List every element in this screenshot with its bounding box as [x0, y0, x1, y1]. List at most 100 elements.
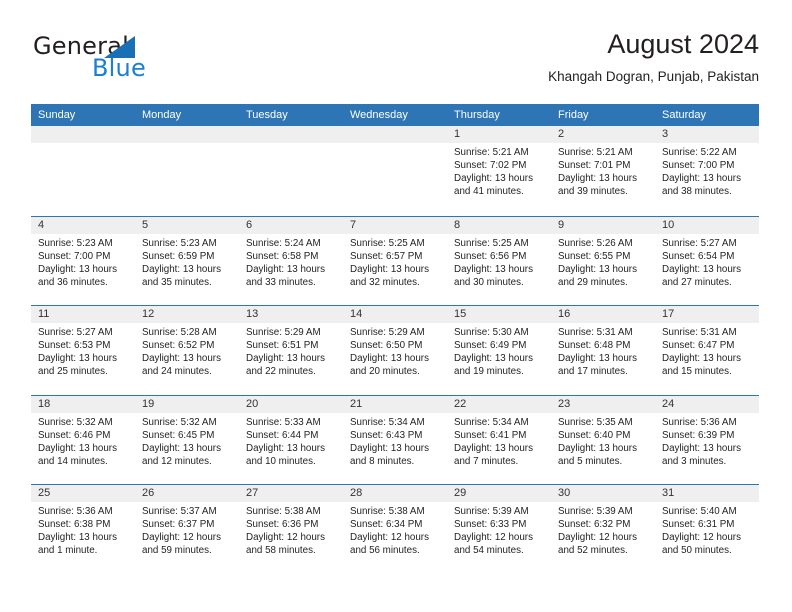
- daylight-text: Daylight: 13 hours and 14 minutes.: [38, 442, 117, 467]
- day-number-band: 26: [135, 485, 239, 502]
- sunset-text: Sunset: 6:53 PM: [38, 340, 111, 352]
- calendar-day-cell[interactable]: 3 Sunrise: 5:22 AM Sunset: 7:00 PM Daylight…: [655, 126, 759, 216]
- daylight-text: Daylight: 12 hours and 52 minutes.: [558, 532, 637, 557]
- sunset-text: Sunset: 6:59 PM: [142, 250, 215, 262]
- calendar-day-cell[interactable]: 11 Sunrise: 5:27 AM Sunset: 6:53 PM Dayligh…: [31, 306, 135, 395]
- day-number-band: 29: [447, 485, 551, 502]
- sunrise-text: Sunrise: 5:24 AM: [246, 237, 321, 249]
- calendar-day-cell[interactable]: 5 Sunrise: 5:23 AM Sunset: 6:59 PM Daylight…: [135, 216, 239, 305]
- calendar-day-cell[interactable]: 14 Sunrise: 5:29 AM Sunset: 6:50 PM Dayligh…: [343, 306, 447, 395]
- sunrise-text: Sunrise: 5:31 AM: [558, 327, 633, 338]
- day-number-band: 6: [239, 216, 343, 234]
- calendar-week-row: 18 Sunrise: 5:32 AM Sunset: 6:46 PM Dayligh…: [31, 394, 759, 484]
- day-details: Sunrise: 5:23 AM Sunset: 6:59 PM Daylight:…: [135, 234, 239, 289]
- sunset-text: Sunset: 6:47 PM: [662, 340, 735, 352]
- calendar-day-cell[interactable]: 19 Sunrise: 5:32 AM Sunset: 6:45 PM Dayligh…: [135, 395, 239, 484]
- calendar-day-cell[interactable]: 8 Sunrise: 5:25 AM Sunset: 6:56 PM Daylight…: [447, 216, 551, 305]
- calendar-day-cell[interactable]: 2 Sunrise: 5:21 AM Sunset: 7:01 PM Daylight…: [551, 126, 655, 216]
- day-number: 20: [246, 397, 259, 410]
- calendar-day-cell[interactable]: 24 Sunrise: 5:36 AM Sunset: 6:39 PM Dayligh…: [655, 395, 759, 484]
- calendar-day-cell[interactable]: 23 Sunrise: 5:35 AM Sunset: 6:40 PM Dayligh…: [551, 395, 655, 484]
- day-number-band: 21: [343, 395, 447, 413]
- sunrise-text: Sunrise: 5:29 AM: [350, 327, 425, 338]
- daylight-text: Daylight: 13 hours and 17 minutes.: [558, 353, 637, 378]
- calendar-week-row: 4 Sunrise: 5:23 AM Sunset: 7:00 PM Daylight…: [31, 215, 759, 305]
- location-subtitle: Khangah Dogran, Punjab, Pakistan: [548, 69, 759, 84]
- sunset-text: Sunset: 6:40 PM: [558, 429, 631, 441]
- day-number: 23: [558, 397, 571, 410]
- day-details: Sunrise: 5:21 AM Sunset: 7:02 PM Daylight:…: [447, 143, 551, 198]
- day-number: 28: [350, 487, 363, 499]
- daylight-text: Daylight: 13 hours and 15 minutes.: [662, 353, 741, 378]
- day-details: Sunrise: 5:34 AM Sunset: 6:43 PM Daylight:…: [343, 413, 447, 468]
- daylight-text: Daylight: 13 hours and 19 minutes.: [454, 353, 533, 378]
- day-number: 21: [350, 397, 363, 410]
- day-number-band: [31, 126, 135, 143]
- daylight-text: Daylight: 13 hours and 27 minutes.: [662, 263, 741, 288]
- day-number: 10: [662, 218, 675, 231]
- sunset-text: Sunset: 6:41 PM: [454, 429, 527, 441]
- day-number: 4: [38, 218, 45, 231]
- sunset-text: Sunset: 6:38 PM: [38, 519, 111, 531]
- sunset-text: Sunset: 6:45 PM: [142, 429, 215, 441]
- sunrise-text: Sunrise: 5:27 AM: [38, 327, 113, 338]
- day-details: Sunrise: 5:26 AM Sunset: 6:55 PM Daylight:…: [551, 234, 655, 289]
- calendar-day-cell[interactable]: 18 Sunrise: 5:32 AM Sunset: 6:46 PM Dayligh…: [31, 395, 135, 484]
- calendar-day-cell[interactable]: 7 Sunrise: 5:25 AM Sunset: 6:57 PM Daylight…: [343, 216, 447, 305]
- calendar-day-cell[interactable]: 4 Sunrise: 5:23 AM Sunset: 7:00 PM Daylight…: [31, 216, 135, 305]
- sunrise-text: Sunrise: 5:21 AM: [558, 147, 633, 158]
- calendar-day-cell[interactable]: 21 Sunrise: 5:34 AM Sunset: 6:43 PM Dayligh…: [343, 395, 447, 484]
- calendar-day-cell[interactable]: 25 Sunrise: 5:36 AM Sunset: 6:38 PM Dayligh…: [31, 485, 135, 574]
- calendar-day-cell-empty: [343, 126, 447, 216]
- day-details: Sunrise: 5:40 AM Sunset: 6:31 PM Daylight:…: [655, 502, 759, 557]
- day-number-band: 1: [447, 126, 551, 143]
- day-details: Sunrise: 5:37 AM Sunset: 6:37 PM Daylight:…: [135, 502, 239, 557]
- weekday-header-thursday: Thursday: [454, 109, 500, 121]
- day-details: Sunrise: 5:27 AM Sunset: 6:53 PM Daylight:…: [31, 323, 135, 378]
- sunrise-text: Sunrise: 5:34 AM: [350, 416, 425, 428]
- calendar-day-cell[interactable]: 9 Sunrise: 5:26 AM Sunset: 6:55 PM Daylight…: [551, 216, 655, 305]
- calendar-day-cell[interactable]: 26 Sunrise: 5:37 AM Sunset: 6:37 PM Dayligh…: [135, 485, 239, 574]
- calendar-day-cell[interactable]: 6 Sunrise: 5:24 AM Sunset: 6:58 PM Daylight…: [239, 216, 343, 305]
- calendar-day-cell[interactable]: 13 Sunrise: 5:29 AM Sunset: 6:51 PM Dayligh…: [239, 306, 343, 395]
- sunset-text: Sunset: 6:39 PM: [662, 429, 735, 441]
- day-details: Sunrise: 5:38 AM Sunset: 6:34 PM Daylight:…: [343, 502, 447, 557]
- calendar-day-cell[interactable]: 15 Sunrise: 5:30 AM Sunset: 6:49 PM Dayligh…: [447, 306, 551, 395]
- daylight-text: Daylight: 13 hours and 30 minutes.: [454, 263, 533, 288]
- calendar-day-cell[interactable]: 30 Sunrise: 5:39 AM Sunset: 6:32 PM Dayligh…: [551, 485, 655, 574]
- calendar-day-cell[interactable]: 16 Sunrise: 5:31 AM Sunset: 6:48 PM Dayligh…: [551, 306, 655, 395]
- day-number: 16: [558, 308, 571, 320]
- calendar-day-cell[interactable]: 17 Sunrise: 5:31 AM Sunset: 6:47 PM Dayligh…: [655, 306, 759, 395]
- day-details: Sunrise: 5:27 AM Sunset: 6:54 PM Daylight:…: [655, 234, 759, 289]
- sunset-text: Sunset: 6:55 PM: [558, 250, 631, 262]
- calendar-day-cell[interactable]: 31 Sunrise: 5:40 AM Sunset: 6:31 PM Dayligh…: [655, 485, 759, 574]
- day-number: 2: [558, 128, 565, 140]
- day-details: Sunrise: 5:39 AM Sunset: 6:33 PM Daylight:…: [447, 502, 551, 557]
- sunrise-text: Sunrise: 5:32 AM: [142, 416, 217, 428]
- day-number-band: 4: [31, 216, 135, 234]
- day-number-band: 7: [343, 216, 447, 234]
- calendar-day-cell[interactable]: 29 Sunrise: 5:39 AM Sunset: 6:33 PM Dayligh…: [447, 485, 551, 574]
- day-number-band: 16: [551, 306, 655, 323]
- title-block: August 2024 Khangah Dogran, Punjab, Paki…: [548, 28, 759, 85]
- calendar-day-cell[interactable]: 20 Sunrise: 5:33 AM Sunset: 6:44 PM Dayligh…: [239, 395, 343, 484]
- sunset-text: Sunset: 6:46 PM: [38, 429, 111, 441]
- day-details: Sunrise: 5:23 AM Sunset: 7:00 PM Daylight:…: [31, 234, 135, 289]
- calendar-day-cell[interactable]: 28 Sunrise: 5:38 AM Sunset: 6:34 PM Dayligh…: [343, 485, 447, 574]
- calendar-day-cell[interactable]: 12 Sunrise: 5:28 AM Sunset: 6:52 PM Dayligh…: [135, 306, 239, 395]
- day-details: Sunrise: 5:24 AM Sunset: 6:58 PM Daylight:…: [239, 234, 343, 289]
- calendar-day-cell[interactable]: 1 Sunrise: 5:21 AM Sunset: 7:02 PM Daylight…: [447, 126, 551, 216]
- calendar-day-cell[interactable]: 22 Sunrise: 5:34 AM Sunset: 6:41 PM Dayligh…: [447, 395, 551, 484]
- daylight-text: Daylight: 13 hours and 41 minutes.: [454, 173, 533, 198]
- sunrise-text: Sunrise: 5:25 AM: [350, 237, 425, 249]
- sunrise-text: Sunrise: 5:34 AM: [454, 416, 529, 428]
- day-details: Sunrise: 5:22 AM Sunset: 7:00 PM Daylight:…: [655, 143, 759, 198]
- calendar-day-cell[interactable]: 27 Sunrise: 5:38 AM Sunset: 6:36 PM Dayligh…: [239, 485, 343, 574]
- daylight-text: Daylight: 13 hours and 39 minutes.: [558, 173, 637, 198]
- sunset-text: Sunset: 6:52 PM: [142, 340, 215, 352]
- calendar-day-cell[interactable]: 10 Sunrise: 5:27 AM Sunset: 6:54 PM Dayligh…: [655, 216, 759, 305]
- day-number-band: 9: [551, 216, 655, 234]
- calendar-day-cell-empty: [239, 126, 343, 216]
- daylight-text: Daylight: 13 hours and 3 minutes.: [662, 442, 741, 467]
- day-number-band: 27: [239, 485, 343, 502]
